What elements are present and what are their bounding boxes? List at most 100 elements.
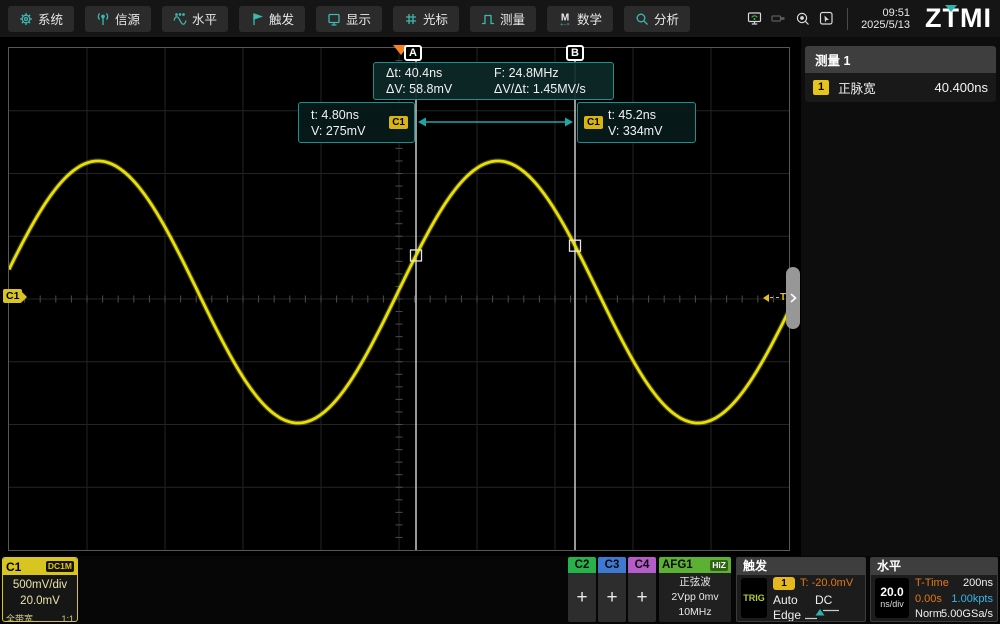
time-text: 09:51	[861, 7, 910, 19]
channel2-add-block[interactable]: C2 +	[568, 557, 596, 622]
logo-mi: MI	[960, 5, 992, 32]
timebase-value: 20.0	[880, 586, 903, 599]
menu-button-trigger[interactable]: 触发	[239, 6, 305, 32]
chevron-right-icon	[788, 291, 798, 305]
channel1-name: C1	[6, 560, 21, 574]
channel3-add-button[interactable]: +	[598, 573, 626, 622]
afg-waveform: 正弦波	[659, 575, 731, 590]
touch-point-icon[interactable]	[795, 11, 810, 26]
menu-button-system[interactable]: 系统	[8, 6, 74, 32]
timebase-unit: ns/div	[880, 599, 904, 610]
acquisition-mode: Norm	[915, 608, 942, 620]
channel1-offset: 20.0mV	[3, 593, 77, 609]
date-text: 2025/5/13	[861, 19, 910, 31]
network-monitor-icon[interactable]	[747, 11, 762, 26]
record-length: 1.00kpts	[951, 593, 993, 605]
signal-source-icon	[96, 12, 110, 26]
menu-label: 显示	[346, 9, 371, 28]
menu-label: 系统	[38, 9, 63, 28]
trigger-level-value: T: -20.0mV	[800, 577, 853, 589]
brand-logo: ZTMI	[925, 5, 992, 32]
display-monitor-icon	[327, 12, 341, 26]
channel-badge: C1	[584, 116, 603, 129]
horizontal-status-block[interactable]: 水平 20.0 ns/div T-Time 200ns 0.00s 1.00kp…	[870, 557, 998, 622]
logo-z: Z	[925, 5, 943, 32]
channel2-add-button[interactable]: +	[568, 573, 596, 622]
trigger-coupling: DC	[815, 593, 832, 607]
horizontal-block-title: 水平	[871, 558, 997, 575]
delta-voltage: ΔV: 58.8mV	[386, 82, 494, 96]
channel1-coupling-badge: DC1M	[46, 561, 74, 572]
menu-button-display[interactable]: 显示	[316, 6, 382, 32]
measurement-value: 40.400ns	[935, 80, 989, 95]
menu-label: 分析	[654, 9, 679, 28]
menu-button-math[interactable]: M+−× 数学	[547, 6, 613, 32]
trigger-status-block[interactable]: 触发 TRIG 1 Auto Edge T: -20.0mV DC	[736, 557, 866, 622]
channel1-scale: 500mV/div	[3, 577, 77, 593]
channel1-bandwidth: 全带宽	[6, 611, 33, 622]
measurement-card-title: 测量 1	[805, 46, 996, 73]
menu-button-source[interactable]: 信源	[85, 6, 151, 32]
afg-frequency: 10MHz	[659, 605, 731, 620]
cursor-b-voltage: V: 334mV	[608, 123, 662, 139]
afg-name: AFG1	[662, 559, 693, 571]
cursor-b-readout[interactable]: C1 t: 45.2ns V: 334mV	[577, 102, 696, 143]
menu-label: 光标	[423, 9, 448, 28]
menu-label: 信源	[115, 9, 140, 28]
cursor-a-time: t: 4.80ns	[311, 107, 365, 123]
channel4-add-block[interactable]: C4 +	[628, 557, 656, 622]
math-icon: M+−×	[558, 12, 572, 26]
afg-status-block[interactable]: AFG1 HiZ 正弦波 2Vpp 0mv 10MHz	[659, 557, 731, 622]
measurement-index-badge: 1	[813, 80, 829, 95]
gear-icon	[19, 12, 33, 26]
sample-rate: 5.00GSa/s	[941, 608, 993, 620]
usb-icon[interactable]	[771, 11, 786, 26]
channel3-add-block[interactable]: C3 +	[598, 557, 626, 622]
t-time-value: 200ns	[963, 577, 993, 589]
trigger-level-marker[interactable]: T	[763, 292, 786, 303]
cursor-a-label[interactable]: A	[404, 45, 422, 61]
trigger-source-badge: 1	[773, 577, 795, 590]
delay-value: 0.00s	[915, 593, 942, 605]
measurement-card: 测量 1 1 正脉宽 40.400ns	[805, 46, 996, 102]
trigger-block-title: 触发	[737, 558, 865, 575]
panel-expand-handle[interactable]	[786, 267, 800, 329]
timebase-button[interactable]: 20.0 ns/div	[875, 578, 909, 618]
horizontal-block-body: 20.0 ns/div T-Time 200ns 0.00s 1.00kpts …	[871, 575, 997, 621]
delta-slope: ΔV/Δt: 1.45MV/s	[494, 82, 601, 96]
delta-time: Δt: 40.4ns	[386, 66, 494, 80]
menu-label: 数学	[577, 9, 602, 28]
top-menu-bar: 系统 信源 水平 触发 显示 光标	[0, 0, 1000, 37]
menu-label: 触发	[269, 9, 294, 28]
channel1-ground-marker[interactable]: C1	[3, 289, 22, 303]
afg-impedance-badge: HiZ	[710, 560, 728, 571]
menu-label: 水平	[192, 9, 217, 28]
svg-text:+−×: +−×	[560, 21, 570, 25]
bottom-status-bar: C1 DC1M 500mV/div 20.0mV 全带宽 1:1 C2 + C3…	[0, 556, 1000, 624]
oscilloscope-app: 系统 信源 水平 触发 显示 光标	[0, 0, 1000, 624]
cursor-delta-readout: Δt: 40.4ns F: 24.8MHz ΔV: 58.8mV ΔV/Δt: …	[373, 62, 614, 100]
measurement-row[interactable]: 1 正脉宽 40.400ns	[805, 73, 996, 102]
channel1-status-block[interactable]: C1 DC1M 500mV/div 20.0mV 全带宽 1:1	[2, 557, 78, 622]
menu-button-analyze[interactable]: 分析	[624, 6, 690, 32]
t-time-label: T-Time	[915, 577, 949, 589]
left-arrow-icon	[763, 294, 769, 302]
status-area: 09:51 2025/5/13 ZTMI	[747, 5, 992, 32]
cursor-a-readout[interactable]: t: 4.80ns V: 275mV C1	[298, 102, 415, 143]
afg-amplitude: 2Vpp 0mv	[659, 590, 731, 605]
touch-gesture-icon[interactable]	[819, 11, 834, 26]
cursor-a-voltage: V: 275mV	[311, 123, 365, 139]
channel4-add-button[interactable]: +	[628, 573, 656, 622]
trigger-mode: Auto	[773, 593, 798, 607]
channel4-name: C4	[628, 557, 656, 573]
cursor-b-time: t: 45.2ns	[608, 107, 662, 123]
channel2-name: C2	[568, 557, 596, 573]
menu-label: 测量	[500, 9, 525, 28]
delta-frequency: F: 24.8MHz	[494, 66, 601, 80]
menu-button-cursor[interactable]: 光标	[393, 6, 459, 32]
trig-button[interactable]: TRIG	[741, 578, 767, 618]
cursor-b-label[interactable]: B	[566, 45, 584, 61]
menu-button-horizontal[interactable]: 水平	[162, 6, 228, 32]
menu-button-measure[interactable]: 测量	[470, 6, 536, 32]
trigger-type: Edge	[773, 608, 801, 622]
